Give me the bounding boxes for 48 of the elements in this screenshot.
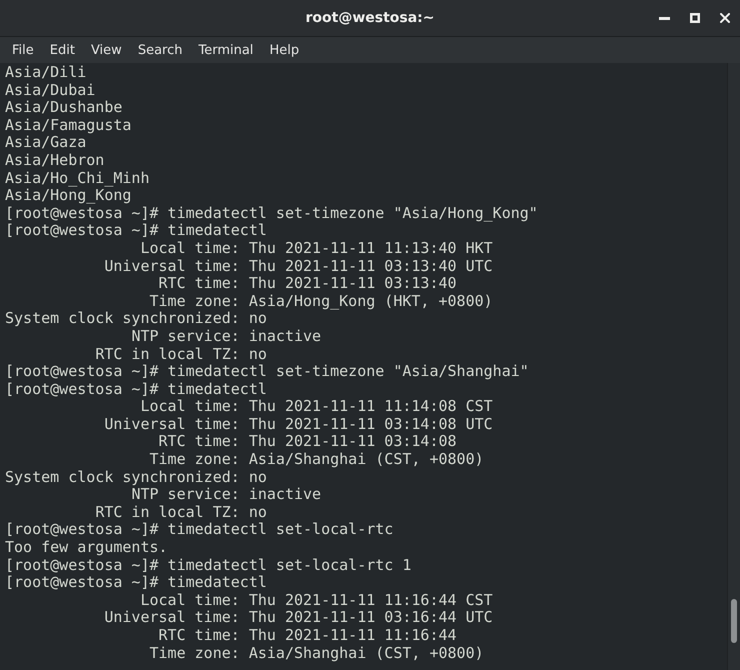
terminal-line: Asia/Gaza [5,133,86,152]
terminal-line: [root@westosa ~]# timedatectl set-timezone "Asia/Shanghai" [5,362,529,380]
menu-item[interactable]: View [82,38,130,62]
terminal-line: [root@westosa ~]# timedatectl [5,573,267,592]
terminal-line: [root@westosa ~]# timedatectl set-timezone "Asia/Hong_Kong" [5,204,538,222]
scrollbar-thumb[interactable] [731,599,737,643]
menu-item[interactable]: Help [261,38,308,62]
maximize-button[interactable] [688,11,702,25]
terminal-line: Asia/Hebron [5,150,104,169]
terminal-line: Asia/Ho_Chi_Minh [5,168,150,187]
terminal-line: Time zone: Asia/Shanghai (CST, +0800) [150,450,484,468]
menu-item[interactable]: File [4,38,42,62]
maximize-icon [690,13,700,23]
terminal-line: Asia/Hong_Kong [5,186,132,204]
terminal-line: Too few arguments. [5,538,168,556]
terminal-line: Universal time: Thu 2021-11-11 03:16:44 UTC [104,608,493,626]
terminal-line: Local time: Thu 2021-11-11 11:16:44 CST [140,590,493,609]
terminal-line: [root@westosa ~]# timedatectl [5,221,267,240]
terminal-line: Asia/Dubai [5,80,96,99]
terminal-line: Time zone: Asia/Shanghai (CST, +0800) [150,644,484,662]
terminal-line: RTC in local TZ: no [95,502,267,521]
close-icon [720,13,730,23]
terminal-line: Time zone: Asia/Hong_Kong (HKT, +0800) [150,292,493,310]
terminal-line: System clock synchronized: no [5,468,267,486]
terminal-line: Asia/Dushanbe [5,98,122,116]
menu-item[interactable]: Terminal [190,38,262,62]
terminal-line: NTP service: inactive [131,326,322,345]
terminal-line: Universal time: Thu 2021-11-11 03:13:40 UTC [104,256,493,275]
window-title: root@westosa:~ [305,10,434,26]
terminal-line: Local time: Thu 2021-11-11 11:13:40 HKT [140,238,493,257]
terminal-line: Asia/Famagusta [5,116,132,134]
terminal-line: [root@westosa ~]# timedatectl set-local-rtc 1 [5,556,412,574]
terminal-line: Universal time: Thu 2021-11-11 03:14:08 UTC [104,414,493,433]
terminal-line: RTC time: Thu 2021-11-11 03:13:40 [158,274,457,292]
terminal-line: RTC time: Thu 2021-11-11 03:14:08 [158,432,457,450]
terminal-line: [root@westosa ~]# timedatectl [5,380,267,398]
terminal-line: RTC time: Thu 2021-11-11 11:16:44 [158,626,457,644]
terminal-line: Asia/Dili [5,63,86,81]
terminal-line: System clock synchronized: no [5,309,267,328]
menu-item[interactable]: Edit [42,38,83,62]
terminal-line: NTP service: inactive [131,485,322,504]
close-button[interactable] [718,11,732,25]
minimize-icon [659,16,670,20]
terminal-line: RTC in local TZ: no [95,344,267,362]
terminal-line: Local time: Thu 2021-11-11 11:14:08 CST [140,397,493,416]
menu-item[interactable]: Search [130,38,190,62]
scrollbar-track[interactable] [727,63,740,670]
terminal-line: [root@westosa ~]# timedatectl set-local-rtc [5,520,394,538]
